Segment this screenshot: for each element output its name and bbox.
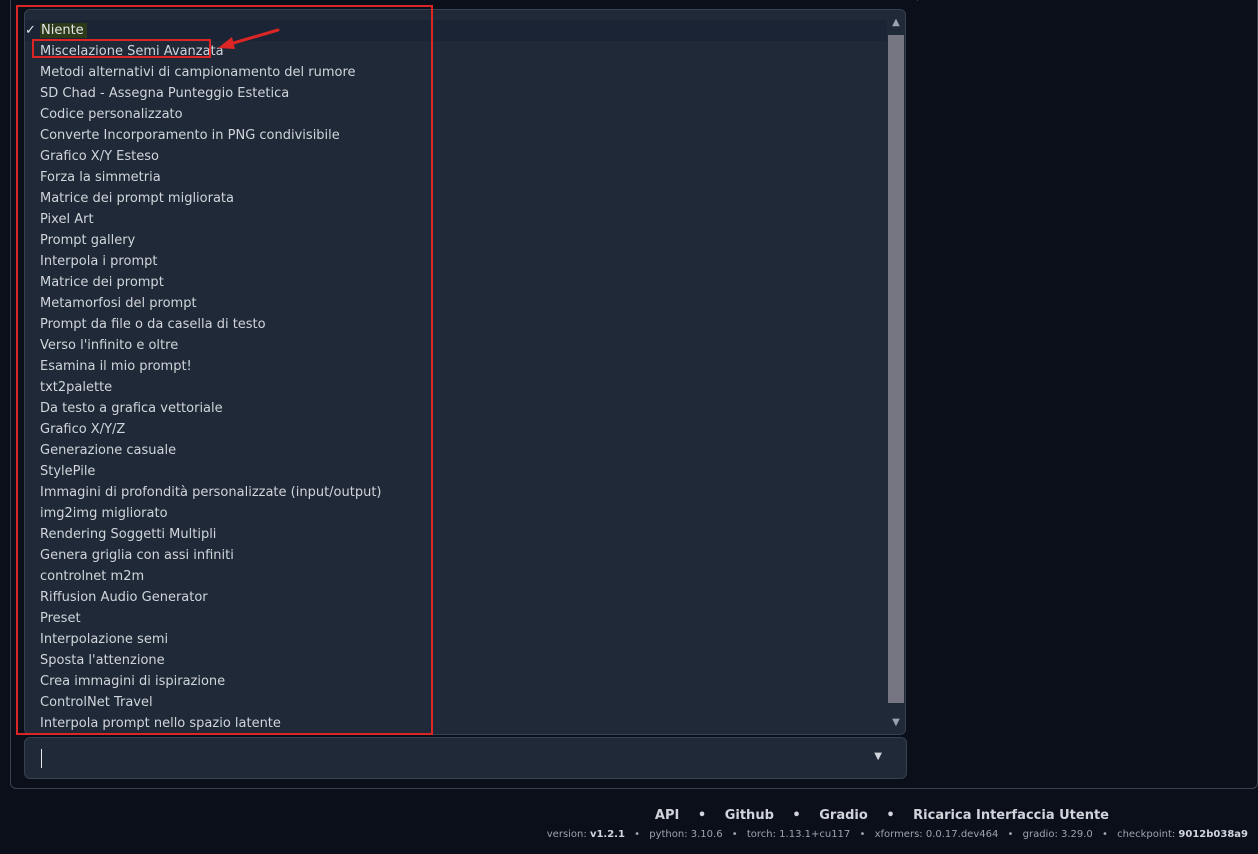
dropdown-option-label: Sposta l'attenzione bbox=[40, 653, 165, 668]
dropdown-option-label: Genera griglia con assi infiniti bbox=[40, 548, 234, 563]
python-version: python: 3.10.6 bbox=[649, 829, 723, 840]
dropdown-option-selected[interactable]: ✓ Niente bbox=[25, 20, 887, 41]
dropdown-option[interactable]: Sposta l'attenzione bbox=[25, 650, 887, 671]
version-value: v1.2.1 bbox=[589, 829, 625, 840]
footer-separator: • bbox=[697, 808, 707, 823]
dropdown-option-label: img2img migliorato bbox=[40, 506, 168, 521]
dropdown-option[interactable]: Metodi alternativi di campionamento del … bbox=[25, 62, 887, 83]
dropdown-option-label: Miscelazione Semi Avanzata bbox=[40, 44, 224, 59]
text-caret bbox=[41, 749, 42, 768]
dropdown-option[interactable]: Generazione casuale bbox=[25, 440, 887, 461]
dropdown-option-label: Prompt da file o da casella di testo bbox=[40, 317, 266, 332]
dropdown-option-label: Matrice dei prompt bbox=[40, 275, 164, 290]
dropdown-option-label: txt2palette bbox=[40, 380, 113, 395]
dropdown-option[interactable]: ControlNet Travel bbox=[25, 692, 887, 713]
dropdown-option[interactable]: Da testo a grafica vettoriale bbox=[25, 398, 887, 419]
dropdown-option[interactable]: Esamina il mio prompt! bbox=[25, 356, 887, 377]
dropdown-option[interactable]: txt2palette bbox=[25, 377, 887, 398]
dropdown-option[interactable]: SD Chad - Assegna Punteggio Estetica bbox=[25, 83, 887, 104]
dropdown-option-label: Pixel Art bbox=[40, 212, 94, 227]
footer-link-reload-ui[interactable]: Ricarica Interfaccia Utente bbox=[913, 808, 1109, 823]
dropdown-option-label: Metodi alternativi di campionamento del … bbox=[40, 65, 356, 80]
version-info: version: v1.2.1 • python: 3.10.6 • torch… bbox=[546, 829, 1248, 840]
dropdown-option-label: Matrice dei prompt migliorata bbox=[40, 191, 234, 206]
dropdown-option[interactable]: Riffusion Audio Generator bbox=[25, 587, 887, 608]
dropdown-option[interactable]: Grafico X/Y/Z bbox=[25, 419, 887, 440]
dropdown-option-label: Codice personalizzato bbox=[40, 107, 183, 122]
dropdown-option-label: Prompt gallery bbox=[40, 233, 136, 248]
dropdown-option[interactable]: Codice personalizzato bbox=[25, 104, 887, 125]
dropdown-option[interactable]: Immagini di profondità personalizzate (i… bbox=[25, 482, 887, 503]
dropdown-option-label: Riffusion Audio Generator bbox=[40, 590, 208, 605]
dropdown-option[interactable]: Miscelazione Semi Avanzata bbox=[25, 41, 887, 62]
dropdown-option[interactable]: Pixel Art bbox=[25, 209, 887, 230]
dropdown-option-label: Grafico X/Y Esteso bbox=[40, 149, 159, 164]
dropdown-option[interactable]: Interpola i prompt bbox=[25, 251, 887, 272]
dropdown-option-label: Immagini di profondità personalizzate (i… bbox=[40, 485, 382, 500]
dropdown-option[interactable]: img2img migliorato bbox=[25, 503, 887, 524]
script-dropdown-list[interactable]: ✓ Niente Miscelazione Semi Avanzata Metodi … bbox=[24, 9, 906, 735]
dropdown-arrow-icon[interactable]: ▼ bbox=[874, 751, 882, 762]
scroll-down-icon[interactable]: ▼ bbox=[887, 714, 905, 732]
dropdown-option-label: SD Chad - Assegna Punteggio Estetica bbox=[40, 86, 290, 101]
dropdown-option-label: Crea immagini di ispirazione bbox=[40, 674, 226, 689]
torch-version: torch: 1.13.1+cu117 bbox=[746, 829, 851, 840]
dropdown-option[interactable]: StylePile bbox=[25, 461, 887, 482]
version-label: version: bbox=[546, 829, 587, 840]
xformers-version: xformers: 0.0.17.dev464 bbox=[874, 829, 999, 840]
dropdown-option[interactable]: Converte Incorporamento in PNG condivisi… bbox=[25, 125, 887, 146]
footer-link-gradio[interactable]: Gradio bbox=[819, 808, 868, 823]
scroll-up-icon[interactable]: ▲ bbox=[887, 14, 905, 32]
dropdown-option-label: Preset bbox=[40, 611, 81, 626]
dropdown-option-label: ControlNet Travel bbox=[40, 695, 153, 710]
dropdown-option-label: Interpola prompt nello spazio latente bbox=[40, 716, 281, 731]
dropdown-option[interactable]: Genera griglia con assi infiniti bbox=[25, 545, 887, 566]
dropdown-option-label: Rendering Soggetti Multipli bbox=[40, 527, 217, 542]
gradio-version: gradio: 3.29.0 bbox=[1022, 829, 1093, 840]
dropdown-option[interactable]: Prompt gallery bbox=[25, 230, 887, 251]
dropdown-option-label: Esamina il mio prompt! bbox=[40, 359, 192, 374]
dropdown-option-label: Grafico X/Y/Z bbox=[40, 422, 126, 437]
dropdown-option-label: Converte Incorporamento in PNG condivisi… bbox=[40, 128, 340, 143]
dropdown-option-label: Verso l'infinito e oltre bbox=[40, 338, 179, 353]
dropdown-options: ✓ Niente Miscelazione Semi Avanzata Metodi … bbox=[25, 20, 887, 734]
dropdown-option-label: Niente bbox=[40, 23, 87, 38]
scrollbar[interactable]: ▲ ▼ bbox=[887, 10, 905, 734]
dropdown-option[interactable]: Interpola prompt nello spazio latente bbox=[25, 713, 887, 734]
dropdown-option[interactable]: Prompt da file o da casella di testo bbox=[25, 314, 887, 335]
checkpoint-value: 9012b038a9 bbox=[1178, 829, 1248, 840]
dropdown-option-label: controlnet m2m bbox=[40, 569, 145, 584]
dropdown-option[interactable]: Matrice dei prompt bbox=[25, 272, 887, 293]
dropdown-option[interactable]: Interpolazione semi bbox=[25, 629, 887, 650]
footer-separator: • bbox=[792, 808, 801, 823]
dropdown-option-label: Forza la simmetria bbox=[40, 170, 161, 185]
dropdown-option[interactable]: Crea immagini di ispirazione bbox=[25, 671, 887, 692]
dropdown-option[interactable]: Grafico X/Y Esteso bbox=[25, 146, 887, 167]
script-select-input[interactable]: ▼ bbox=[24, 737, 907, 779]
dropdown-option[interactable]: Forza la simmetria bbox=[25, 167, 887, 188]
dropdown-option-label: StylePile bbox=[40, 464, 96, 479]
dropdown-option-label: Interpola i prompt bbox=[40, 254, 158, 269]
footer-link-github[interactable]: Github bbox=[725, 808, 774, 823]
dropdown-option[interactable]: Rendering Soggetti Multipli bbox=[25, 524, 887, 545]
dropdown-option-label: Da testo a grafica vettoriale bbox=[40, 401, 223, 416]
dropdown-option-label: Metamorfosi del prompt bbox=[40, 296, 197, 311]
dropdown-option-label: Interpolazione semi bbox=[40, 632, 169, 647]
dropdown-option-label: Generazione casuale bbox=[40, 443, 177, 458]
dropdown-option[interactable]: Matrice dei prompt migliorata bbox=[25, 188, 887, 209]
dropdown-option[interactable]: Verso l'infinito e oltre bbox=[25, 335, 887, 356]
checkpoint-label: checkpoint: bbox=[1117, 829, 1176, 840]
footer-link-api[interactable]: API bbox=[655, 808, 679, 823]
dropdown-option[interactable]: Metamorfosi del prompt bbox=[25, 293, 887, 314]
checkmark-icon: ✓ bbox=[25, 23, 36, 38]
panel-divider bbox=[917, 0, 918, 1]
dropdown-option[interactable]: controlnet m2m bbox=[25, 566, 887, 587]
footer-separator: • bbox=[886, 808, 895, 823]
dropdown-option[interactable]: Preset bbox=[25, 608, 887, 629]
scrollbar-thumb[interactable] bbox=[888, 35, 904, 703]
